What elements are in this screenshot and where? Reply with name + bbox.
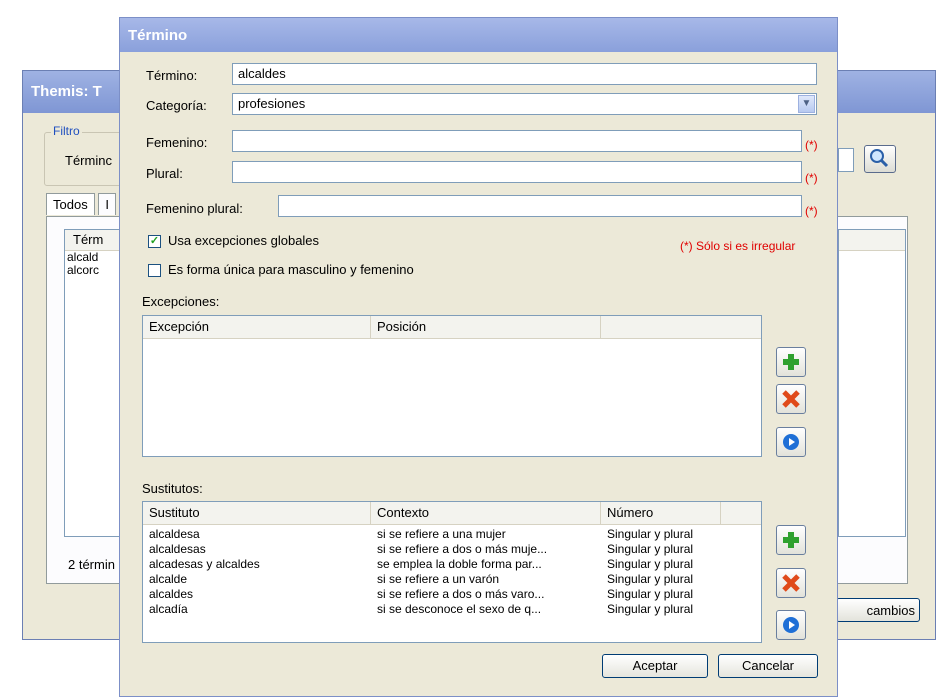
column-excepcion[interactable]: Excepción xyxy=(143,316,371,338)
femenino-plural-input[interactable] xyxy=(278,195,802,217)
add-excepcion-button[interactable] xyxy=(776,347,806,377)
numero-cell[interactable]: Singular y plural xyxy=(607,588,693,601)
femenino-input[interactable] xyxy=(232,130,802,152)
sustitutos-header: Sustituto Contexto Número xyxy=(143,502,761,525)
add-sustituto-button[interactable] xyxy=(776,525,806,555)
delete-sustituto-button[interactable] xyxy=(776,568,806,598)
femenino-plural-label: Femenino plural: xyxy=(146,201,243,216)
delete-icon xyxy=(782,574,800,592)
usa-excepciones-label[interactable]: Usa excepciones globales xyxy=(168,233,319,248)
delete-icon xyxy=(782,390,800,408)
femenino-label: Femenino: xyxy=(146,135,208,150)
termino-dialog: Término Término: alcaldes Categoría: pro… xyxy=(119,17,838,697)
search-icon xyxy=(870,149,889,168)
background-right-list xyxy=(838,229,906,537)
plural-input[interactable] xyxy=(232,161,802,183)
details-sustituto-button[interactable] xyxy=(776,610,806,640)
add-icon xyxy=(783,532,799,548)
filter-label: Términc xyxy=(65,153,112,168)
details-icon xyxy=(783,617,799,633)
checkmark-icon: ✓ xyxy=(149,235,160,247)
background-window-title: Themis: T xyxy=(31,83,102,100)
details-icon xyxy=(783,434,799,450)
contexto-cell[interactable]: si se desconoce el sexo de q... xyxy=(377,603,541,616)
sustitutos-label: Sustitutos: xyxy=(142,481,203,496)
sustituto-cell[interactable]: alcaldes xyxy=(149,588,193,601)
background-term-list[interactable]: Térm alcald alcorc xyxy=(64,229,122,537)
contexto-cell[interactable]: si se refiere a una mujer xyxy=(377,528,506,541)
contexto-cell[interactable]: si se refiere a dos o más muje... xyxy=(377,543,547,556)
save-changes-button[interactable]: cambios xyxy=(836,598,920,622)
sustitutos-table[interactable]: Sustituto Contexto Número alcaldesa si se… xyxy=(142,501,762,643)
categoria-value: profesiones xyxy=(238,96,306,111)
background-right-list-header xyxy=(839,230,905,251)
usa-excepciones-checkbox[interactable]: ✓ xyxy=(148,235,161,248)
contexto-cell[interactable]: si se refiere a un varón xyxy=(377,573,499,586)
background-list-header[interactable]: Térm xyxy=(65,230,121,251)
excepciones-label: Excepciones: xyxy=(142,294,220,309)
forma-unica-label[interactable]: Es forma única para masculino y femenino xyxy=(168,262,414,277)
femenino-required-marker: (*) xyxy=(805,138,818,152)
numero-cell[interactable]: Singular y plural xyxy=(607,543,693,556)
plural-required-marker: (*) xyxy=(805,171,818,185)
term-count: 2 términ xyxy=(68,557,115,572)
background-tabs: Todos I xyxy=(46,193,116,215)
sustituto-cell[interactable]: alcadesas y alcaldes xyxy=(149,558,260,571)
sustituto-cell[interactable]: alcaldesas xyxy=(149,543,206,556)
forma-unica-checkbox[interactable] xyxy=(148,264,161,277)
dialog-title: Término xyxy=(128,27,188,44)
contexto-cell[interactable]: si se refiere a dos o más varo... xyxy=(377,588,544,601)
column-contexto[interactable]: Contexto xyxy=(371,502,601,524)
cancelar-button[interactable]: Cancelar xyxy=(718,654,818,678)
excepciones-table[interactable]: Excepción Posición xyxy=(142,315,762,457)
column-numero[interactable]: Número xyxy=(601,502,721,524)
plural-label: Plural: xyxy=(146,166,183,181)
tab-second[interactable]: I xyxy=(98,193,116,215)
femenino-plural-required-marker: (*) xyxy=(805,204,818,218)
search-button[interactable] xyxy=(864,145,896,173)
termino-input[interactable]: alcaldes xyxy=(232,63,817,85)
numero-cell[interactable]: Singular y plural xyxy=(607,558,693,571)
dialog-title-bar: Término xyxy=(120,18,837,52)
delete-excepcion-button[interactable] xyxy=(776,384,806,414)
aceptar-button[interactable]: Aceptar xyxy=(602,654,708,678)
contexto-cell[interactable]: se emplea la doble forma par... xyxy=(377,558,542,571)
categoria-label: Categoría: xyxy=(146,98,207,113)
filter-legend: Filtro xyxy=(51,124,82,138)
chevron-down-icon[interactable]: ▼ xyxy=(798,95,815,113)
sustituto-cell[interactable]: alcalde xyxy=(149,573,187,586)
column-sustituto[interactable]: Sustituto xyxy=(143,502,371,524)
tab-todos[interactable]: Todos xyxy=(46,193,95,215)
numero-cell[interactable]: Singular y plural xyxy=(607,528,693,541)
sustituto-cell[interactable]: alcaldesa xyxy=(149,528,200,541)
categoria-select[interactable]: profesiones ▼ xyxy=(232,93,817,115)
sustituto-cell[interactable]: alcadía xyxy=(149,603,188,616)
termino-label: Término: xyxy=(146,68,198,83)
add-icon xyxy=(783,354,799,370)
excepciones-header: Excepción Posición xyxy=(143,316,761,339)
list-item[interactable]: alcorc xyxy=(65,264,121,277)
column-posicion[interactable]: Posición xyxy=(371,316,601,338)
details-excepcion-button[interactable] xyxy=(776,427,806,457)
irregular-note: (*) Sólo si es irregular xyxy=(680,239,796,253)
numero-cell[interactable]: Singular y plural xyxy=(607,573,693,586)
background-filter-input[interactable] xyxy=(838,148,854,172)
numero-cell[interactable]: Singular y plural xyxy=(607,603,693,616)
